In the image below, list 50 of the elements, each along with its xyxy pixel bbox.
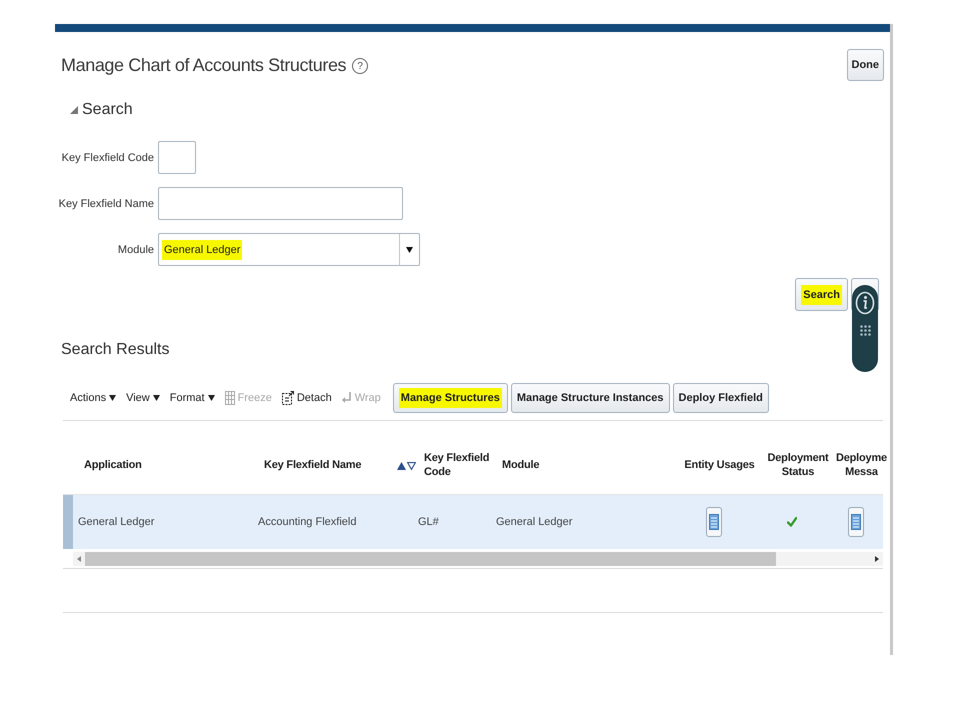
- caret-down-icon: [109, 395, 116, 401]
- toolbar-button[interactable]: Manage Structures: [392, 383, 508, 413]
- return-arrow-icon: [342, 392, 352, 404]
- grid-dots-icon: [860, 325, 870, 336]
- table-row[interactable]: General Ledger Accounting Flexfield GL# General Ledger: [63, 495, 883, 549]
- caret-down-icon: [208, 395, 215, 401]
- document-icon: [708, 514, 718, 530]
- toolbar-button[interactable]: Manage Structure Instances: [510, 383, 670, 413]
- scroll-right-icon[interactable]: [875, 556, 879, 562]
- expand-triangle-icon[interactable]: [70, 106, 78, 114]
- column-header: Module: [502, 459, 540, 473]
- table-cell: GL#: [418, 516, 439, 528]
- caret-down-icon[interactable]: [406, 246, 413, 253]
- column-header: Entity Usages: [684, 459, 755, 473]
- toolbar-button[interactable]: Deploy Flexfield: [672, 383, 769, 413]
- field-label: Key Flexfield Name: [58, 198, 154, 210]
- module-dropdown[interactable]: General Ledger: [158, 233, 420, 266]
- info-icon: [855, 291, 875, 315]
- column-header: Deployment Status: [768, 452, 828, 480]
- search-button[interactable]: Search: [795, 278, 848, 311]
- document-icon: [850, 514, 860, 530]
- columns-icon: [224, 391, 235, 405]
- done-button[interactable]: Done: [846, 49, 884, 81]
- message-button[interactable]: [848, 507, 864, 537]
- text-field[interactable]: [158, 187, 403, 220]
- menu-button[interactable]: Actions: [70, 392, 116, 404]
- entity-usages-button[interactable]: [706, 507, 722, 537]
- dashed-box-icon: [282, 391, 294, 405]
- help-launcher-menu[interactable]: [852, 285, 878, 372]
- help-button[interactable]: ?: [352, 58, 368, 74]
- table-cell: General Ledger: [496, 516, 572, 528]
- column-header: Deployme Messa: [836, 452, 887, 480]
- column-header: Key Flexfield Code: [424, 452, 490, 480]
- search-section-title[interactable]: Search: [82, 101, 133, 119]
- menu-button[interactable]: View: [126, 392, 160, 404]
- results-title: Search Results: [60, 340, 170, 360]
- field-label: Key Flexfield Code: [60, 152, 154, 164]
- caret-down-icon: [152, 395, 160, 401]
- detach-button[interactable]: Detach: [282, 391, 332, 405]
- column-header: Application: [84, 459, 142, 473]
- field-label: Module: [116, 244, 154, 256]
- column-header[interactable]: Key Flexfield Name: [264, 459, 362, 473]
- sort-ascending-icon[interactable]: [397, 462, 406, 470]
- sort-descending-icon[interactable]: [407, 462, 416, 470]
- scroll-left-icon[interactable]: [77, 556, 81, 562]
- page-title: Manage Chart of Accounts Structures: [61, 54, 346, 76]
- menu-button[interactable]: Format: [170, 392, 215, 404]
- text-field[interactable]: [158, 141, 196, 174]
- table-cell: General Ledger: [78, 516, 154, 528]
- table-cell: Accounting Flexfield: [258, 516, 356, 528]
